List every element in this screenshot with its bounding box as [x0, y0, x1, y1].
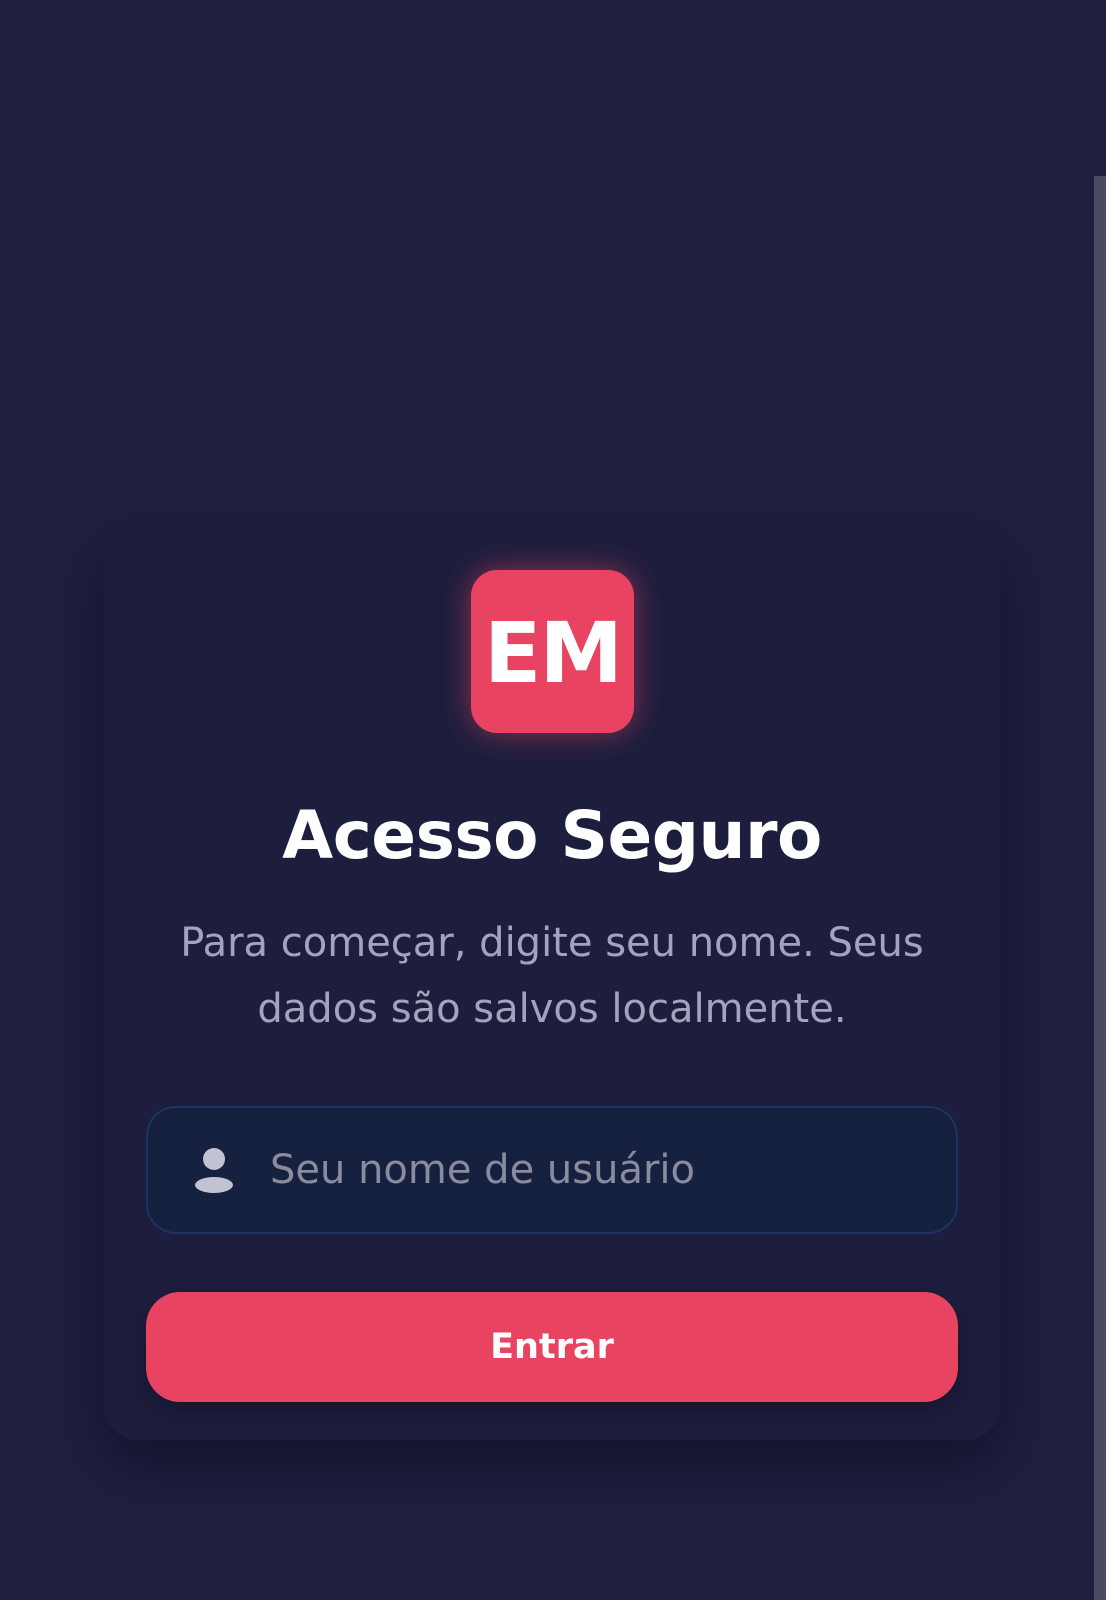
username-field[interactable]	[146, 1106, 958, 1234]
user-icon	[195, 1148, 233, 1193]
login-card: EM Acesso Seguro Para começar, digite se…	[104, 528, 1000, 1440]
scrollbar[interactable]	[1094, 176, 1106, 1600]
app-logo: EM	[471, 570, 634, 733]
page-subtitle: Para começar, digite seu nome. Seus dado…	[180, 920, 924, 1032]
login-page: EM Acesso Seguro Para começar, digite se…	[0, 0, 1106, 1600]
username-input[interactable]	[270, 1130, 926, 1210]
page-title: Acesso Seguro	[282, 797, 822, 874]
submit-button[interactable]: Entrar	[146, 1292, 958, 1402]
logo-text: EM	[484, 603, 623, 702]
